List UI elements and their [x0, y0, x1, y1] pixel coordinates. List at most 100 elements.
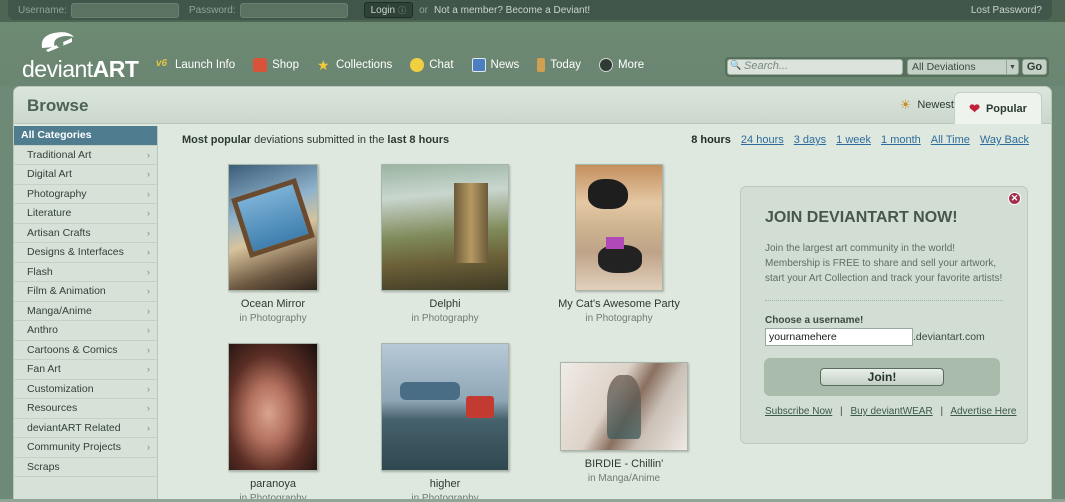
chevron-right-icon: ›	[147, 305, 150, 316]
deviation-thumb[interactable]: BIRDIE - Chillin' in Manga/Anime	[544, 362, 704, 484]
password-field[interactable]	[239, 2, 348, 18]
nav-label: Collections	[335, 59, 393, 71]
sidebar-category[interactable]: Literature ›	[14, 204, 157, 224]
username-field[interactable]	[70, 2, 179, 18]
logo-wordmark: deviantART	[22, 56, 139, 82]
deviation-title[interactable]: higher	[370, 478, 520, 490]
deviation-thumb[interactable]: Ocean Mirror in Photography	[198, 164, 348, 324]
thumbnail-image[interactable]	[228, 164, 318, 291]
chevron-right-icon: ›	[147, 208, 150, 219]
subscribe-link[interactable]: Subscribe Now	[765, 406, 832, 417]
username-input[interactable]: yournamehere	[765, 328, 913, 346]
tab-newest-label: Newest	[917, 99, 954, 111]
thumbnail-image[interactable]	[575, 164, 663, 291]
chevron-right-icon: ›	[147, 422, 150, 433]
category-label: Traditional Art	[27, 148, 92, 161]
nav-launch-info[interactable]: v6 Launch Info	[156, 58, 235, 72]
time-filter[interactable]: 1 week	[836, 134, 871, 146]
nav-today[interactable]: Today	[537, 58, 581, 72]
sidebar-category[interactable]: Cartoons & Comics ›	[14, 341, 157, 360]
sidebar-category[interactable]: Community Projects ›	[14, 438, 157, 458]
deviation-category[interactable]: in Photography	[544, 313, 694, 324]
search-input[interactable]: Search...	[727, 59, 903, 75]
tab-popular[interactable]: ❤ Popular	[954, 92, 1042, 124]
close-icon[interactable]: ✕	[1008, 192, 1021, 205]
sidebar-category[interactable]: Traditional Art ›	[14, 146, 157, 165]
tab-newest[interactable]: ☀ Newest	[900, 97, 954, 113]
time-filter[interactable]: 3 days	[794, 134, 826, 146]
join-links: Subscribe Now | Buy deviantWEAR | Advert…	[765, 406, 1016, 417]
username-label: Username:	[18, 4, 67, 16]
lost-password-link[interactable]: Lost Password?	[971, 5, 1042, 16]
deviation-category[interactable]: in Photography	[198, 313, 348, 324]
sidebar-category[interactable]: Customization ›	[14, 380, 157, 399]
sidebar-category[interactable]: Fan Art ›	[14, 360, 157, 380]
sidebar-category[interactable]: All Categories	[14, 126, 157, 146]
password-label: Password:	[188, 4, 236, 16]
news-icon	[471, 58, 486, 72]
sidebar-category[interactable]: Film & Animation ›	[14, 282, 157, 302]
deviation-thumb[interactable]: My Cat's Awesome Party in Photography	[544, 164, 694, 324]
nav-label: More	[617, 59, 645, 71]
sidebar-category[interactable]: Designs & Interfaces ›	[14, 243, 157, 263]
search-scope-select[interactable]: All Deviations ▼	[907, 59, 1019, 75]
shop-icon	[253, 58, 268, 72]
sidebar-category[interactable]: Anthro ›	[14, 321, 157, 341]
time-filter[interactable]: 1 month	[881, 134, 921, 146]
listing-headline: Most popular deviations submitted in the…	[182, 134, 450, 146]
thumbnail-image[interactable]	[381, 164, 509, 291]
deviation-thumb[interactable]: Delphi in Photography	[370, 164, 520, 324]
search-go-button[interactable]: Go	[1022, 59, 1047, 75]
advertise-link[interactable]: Advertise Here	[950, 406, 1016, 417]
link-separator: |	[840, 406, 843, 417]
category-label: Community Projects	[27, 441, 121, 454]
chevron-right-icon: ›	[147, 247, 150, 258]
join-button[interactable]: Join!	[820, 368, 944, 386]
deviation-thumb[interactable]: paranoya in Photography	[198, 343, 348, 501]
category-label: All Categories	[21, 129, 92, 142]
nav-shop[interactable]: Shop	[253, 58, 299, 72]
join-description: Join the largest art community in the wo…	[765, 243, 1003, 284]
chevron-right-icon: ›	[147, 344, 150, 355]
time-filter[interactable]: All Time	[931, 134, 970, 146]
thumbnail-image[interactable]	[228, 343, 318, 471]
sidebar-category[interactable]: Manga/Anime ›	[14, 302, 157, 321]
buy-deviantwear-link[interactable]: Buy deviantWEAR	[850, 406, 932, 417]
sidebar-category[interactable]: Digital Art ›	[14, 165, 157, 185]
sidebar-category[interactable]: Artisan Crafts ›	[14, 224, 157, 243]
category-label: Photography	[27, 187, 87, 200]
deviation-content: Most popular deviations submitted in the…	[158, 126, 1051, 501]
username-prompt: Choose a username!	[765, 315, 864, 326]
sidebar-category[interactable]: Photography ›	[14, 185, 157, 204]
sidebar-category[interactable]: Scraps	[14, 458, 157, 477]
category-label: Scraps	[27, 460, 60, 473]
login-button[interactable]: Login ⓘ	[363, 2, 414, 18]
time-filter[interactable]: 8 hours	[691, 134, 731, 146]
deviation-category[interactable]: in Manga/Anime	[544, 473, 704, 484]
thumbnail-image[interactable]	[560, 362, 688, 451]
sidebar-category[interactable]: Flash ›	[14, 263, 157, 282]
thumbnail-image[interactable]	[381, 343, 509, 471]
nav-chat[interactable]: Chat	[410, 58, 454, 72]
nav-label: News	[490, 59, 520, 71]
nav-more[interactable]: More	[598, 58, 645, 72]
search-box: Search... All Deviations ▼ Go	[725, 57, 1049, 77]
become-deviant-link[interactable]: Not a member? Become a Deviant!	[434, 5, 590, 16]
deviation-title[interactable]: Delphi	[370, 298, 520, 310]
tab-popular-label: Popular	[985, 102, 1027, 115]
deviation-title[interactable]: My Cat's Awesome Party	[544, 298, 694, 310]
deviation-title[interactable]: paranoya	[198, 478, 348, 490]
deviation-title[interactable]: Ocean Mirror	[198, 298, 348, 310]
category-label: Fan Art	[27, 363, 61, 376]
time-filter[interactable]: 24 hours	[741, 134, 784, 146]
page-title: Browse	[27, 96, 89, 115]
nav-news[interactable]: News	[471, 58, 520, 72]
deviantart-logo[interactable]: deviantART	[22, 26, 142, 82]
deviation-thumb[interactable]: higher in Photography	[370, 343, 520, 501]
nav-collections[interactable]: ★ Collections	[317, 58, 392, 72]
sidebar-category[interactable]: deviantART Related ›	[14, 419, 157, 438]
sidebar-category[interactable]: Resources ›	[14, 399, 157, 419]
time-filter[interactable]: Way Back	[980, 134, 1029, 146]
deviation-title[interactable]: BIRDIE - Chillin'	[544, 458, 704, 470]
deviation-category[interactable]: in Photography	[370, 313, 520, 324]
